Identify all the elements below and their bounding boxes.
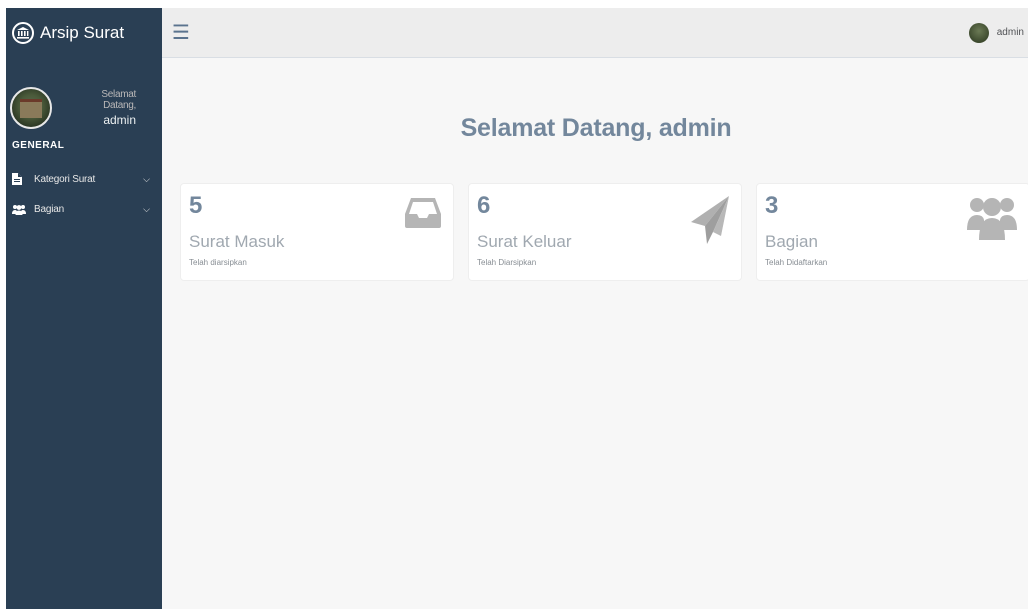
section-title-general: GENERAL: [12, 140, 65, 151]
chevron-down-icon: ⌵: [143, 203, 150, 214]
users-icon: [12, 204, 28, 215]
tile-title: Surat Masuk: [189, 232, 285, 251]
sidebar-item-label: Bagian: [34, 203, 64, 215]
tile-subtitle: Telah Diarsipkan: [477, 258, 537, 267]
user-name: admin: [996, 27, 1024, 38]
tile-subtitle: Telah Didaftarkan: [765, 258, 828, 267]
profile: Selamat Datang, admin: [6, 58, 162, 136]
tile-surat-keluar[interactable]: 6 Surat Keluar Telah Diarsipkan: [468, 183, 742, 281]
bank-icon: [12, 22, 34, 44]
app-frame: Arsip Surat Selamat Datang, admin GENERA…: [6, 8, 1028, 609]
brand-title: Arsip Surat: [40, 23, 125, 42]
hamburger-icon[interactable]: ☰: [172, 20, 190, 45]
page-title: Selamat Datang, admin: [460, 114, 732, 142]
paper-plane-icon: [691, 196, 729, 249]
topbar: ☰ admin: [162, 8, 1028, 58]
file-icon: [12, 173, 28, 185]
tile-surat-masuk[interactable]: 5 Surat Masuk Telah diarsipkan: [180, 183, 454, 281]
avatar: [968, 22, 989, 43]
main-content: ☰ admin Selamat Datang, admin 5 Surat Ma…: [162, 8, 1028, 609]
profile-name: admin: [103, 113, 136, 127]
tile-subtitle: Telah diarsipkan: [189, 258, 247, 267]
sidebar-item-bagian[interactable]: Bagian ⌵: [6, 194, 162, 224]
avatar: [10, 87, 52, 129]
users-icon: [967, 196, 1017, 245]
sidebar-item-kategori-surat[interactable]: Kategori Surat ⌵: [6, 164, 162, 194]
inbox-icon: [405, 196, 441, 233]
profile-info: Selamat Datang, admin: [70, 89, 136, 127]
sidebar: Arsip Surat Selamat Datang, admin GENERA…: [6, 8, 162, 609]
tile-bagian[interactable]: 3 Bagian Telah Didaftarkan: [756, 183, 1028, 281]
user-menu[interactable]: admin: [968, 22, 1024, 43]
chevron-down-icon: ⌵: [143, 173, 150, 184]
stats-tiles: 5 Surat Masuk Telah diarsipkan 6 Surat K…: [162, 183, 1028, 281]
sidebar-item-label: Kategori Surat: [34, 173, 96, 185]
brand[interactable]: Arsip Surat: [6, 8, 162, 58]
profile-welcome: Selamat Datang,: [101, 89, 136, 111]
